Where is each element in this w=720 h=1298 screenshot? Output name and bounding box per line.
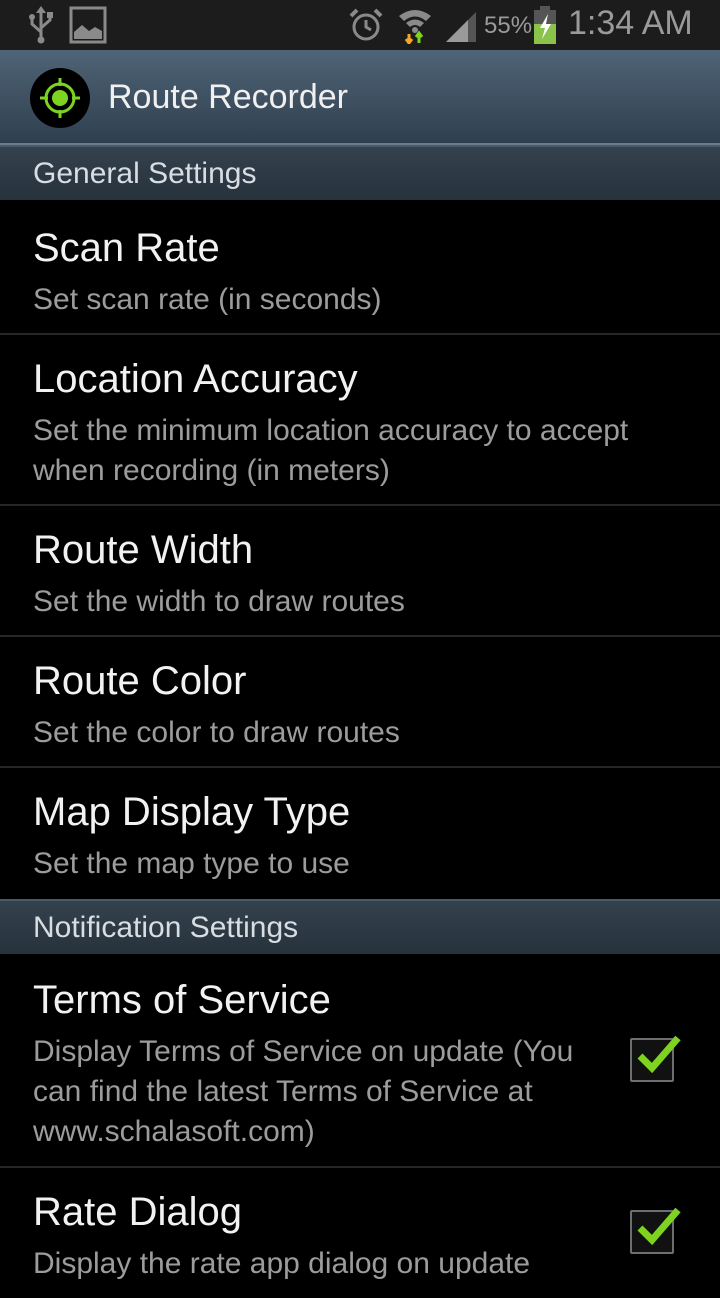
section-header-general: General Settings [0,145,720,200]
status-bar: 55% 1:34 AM [0,0,720,50]
usb-icon [29,6,53,44]
pref-terms-of-service[interactable]: Terms of Service Display Terms of Servic… [0,954,720,1168]
pref-title: Location Accuracy [33,357,358,401]
pref-summary: Set the map type to use [33,847,350,880]
pref-title: Route Width [33,528,254,572]
pref-route-color[interactable]: Route Color Set the color to draw routes [0,637,720,768]
battery-charging-icon [534,6,556,44]
pref-summary: Set the width to draw routes [33,585,405,618]
pref-title: Scan Rate [33,226,220,270]
section-header-notification: Notification Settings [0,899,720,954]
alarm-icon [349,8,383,41]
pref-summary: Set scan rate (in seconds) [33,283,382,316]
pref-title: Rate Dialog [33,1190,243,1234]
pref-scan-rate[interactable]: Scan Rate Set scan rate (in seconds) [0,200,720,335]
pref-summary: Display the rate app dialog on update [33,1247,531,1280]
checkmark-icon [637,1207,681,1246]
pref-summary: Set the color to draw routes [33,716,400,749]
rate-dialog-checkbox[interactable] [630,1207,681,1254]
wifi-icon [399,10,431,44]
section-header-label: General Settings [33,157,257,190]
pref-map-display-type[interactable]: Map Display Type Set the map type to use [0,768,720,900]
section-header-label: Notification Settings [33,911,299,944]
signal-icon [446,12,476,42]
terms-checkbox[interactable] [630,1035,681,1082]
app-title: Route Recorder [108,78,349,116]
pref-title: Route Color [33,659,247,703]
pref-location-accuracy[interactable]: Location Accuracy Set the minimum locati… [0,335,720,506]
clock: 1:34 AM [568,4,693,42]
pref-title: Map Display Type [33,790,351,834]
pref-rate-dialog[interactable]: Rate Dialog Display the rate app dialog … [0,1168,720,1298]
battery-percent: 55% [484,12,533,39]
action-bar: Route Recorder [0,50,720,145]
target-icon[interactable] [30,68,90,128]
pref-title: Terms of Service [33,978,331,1022]
pref-route-width[interactable]: Route Width Set the width to draw routes [0,506,720,637]
pref-summary: Set the minimum location accuracy to acc… [33,414,629,487]
checkmark-icon [637,1035,681,1074]
image-icon [69,6,107,44]
pref-summary: Display Terms of Service on update (You … [33,1035,574,1148]
